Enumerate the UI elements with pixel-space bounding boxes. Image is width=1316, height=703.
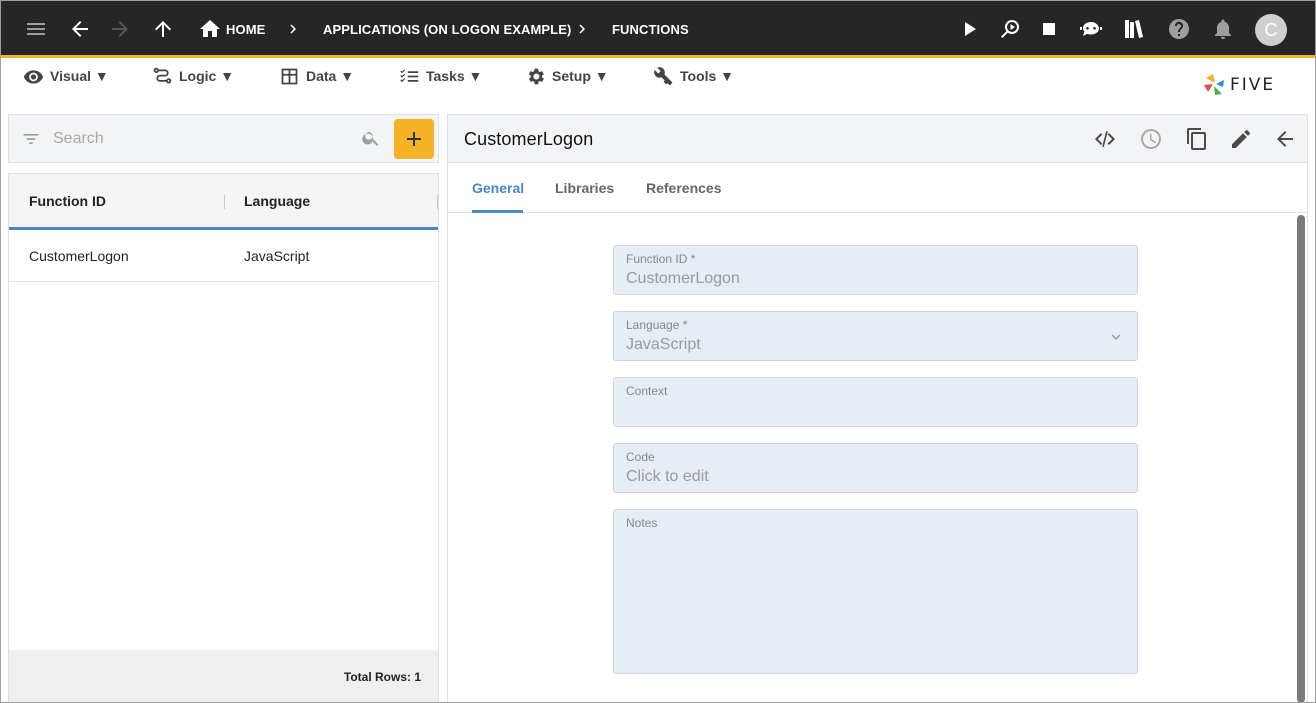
breadcrumb-applications[interactable]: APPLICATIONS (ON LOGON EXAMPLE) [323, 22, 571, 37]
back-arrow-icon[interactable] [68, 17, 92, 41]
context-label: Context [626, 384, 668, 398]
page-title: CustomerLogon [464, 129, 594, 149]
cell-language: JavaScript [244, 248, 310, 264]
library-books-icon[interactable] [1122, 17, 1146, 41]
tab-references[interactable]: References [646, 180, 722, 196]
stop-icon[interactable] [1037, 17, 1061, 41]
checklist-icon [400, 68, 419, 82]
tab-libraries[interactable]: Libraries [555, 180, 614, 196]
column-header-language[interactable]: Language [244, 193, 310, 209]
table-header: Function ID Language [9, 174, 438, 230]
history-icon[interactable] [1139, 127, 1163, 151]
add-button[interactable] [394, 119, 434, 159]
plus-icon [407, 132, 421, 146]
column-header-function-id[interactable]: Function ID [29, 193, 106, 209]
language-label: Language * [626, 318, 688, 332]
play-icon[interactable] [958, 17, 982, 41]
detail-panel: CustomerLogon General Libraries Referenc… [447, 114, 1308, 702]
scrollbar[interactable] [1297, 215, 1305, 702]
edit-icon[interactable] [1229, 127, 1253, 151]
search-input[interactable] [53, 127, 353, 151]
five-logo-icon [1204, 74, 1224, 95]
top-bar: HOME APPLICATIONS (ON LOGON EXAMPLE) FUN… [1, 1, 1315, 58]
column-divider[interactable] [224, 195, 225, 209]
breadcrumb-functions: FUNCTIONS [612, 22, 689, 37]
help-icon[interactable] [1167, 17, 1191, 41]
five-logo: FIVE [1202, 72, 1275, 98]
function-list: Function ID Language CustomerLogon JavaS… [8, 173, 439, 702]
flow-icon [153, 67, 172, 83]
gear-icon [528, 68, 544, 84]
function-id-label: Function ID * [626, 252, 696, 266]
chat-bot-icon[interactable] [1079, 17, 1103, 41]
total-rows: Total Rows: 1 [343, 670, 421, 684]
logo-text: FIVE [1230, 75, 1276, 95]
menu-data[interactable]: Data ▼ [279, 65, 354, 87]
table-icon [281, 68, 298, 84]
table-row[interactable]: CustomerLogon JavaScript [9, 230, 438, 282]
code-value: Click to edit [626, 468, 709, 485]
function-id-value: CustomerLogon [626, 270, 740, 287]
menu-icon[interactable] [24, 17, 48, 41]
language-select[interactable]: Language * JavaScript [613, 311, 1138, 361]
menu-setup[interactable]: Setup ▼ [525, 65, 609, 87]
debug-run-icon[interactable] [998, 17, 1022, 41]
menu-tasks-label: Tasks ▼ [426, 68, 483, 84]
menu-visual[interactable]: Visual ▼ [23, 65, 109, 87]
code-icon[interactable] [1093, 127, 1117, 151]
avatar[interactable]: C [1255, 14, 1287, 46]
menu-tasks[interactable]: Tasks ▼ [399, 65, 482, 87]
up-arrow-icon[interactable] [151, 17, 175, 41]
menu-visual-label: Visual ▼ [50, 68, 109, 84]
language-value: JavaScript [626, 336, 701, 353]
notes-label: Notes [626, 516, 658, 530]
menu-logic-label: Logic ▼ [179, 68, 235, 84]
menu-setup-label: Setup ▼ [552, 68, 609, 84]
menu-data-label: Data ▼ [306, 68, 355, 84]
tools-icon [654, 66, 673, 85]
cell-function-id: CustomerLogon [29, 248, 129, 264]
back-arrow-icon[interactable] [1273, 127, 1297, 151]
menu-tools-label: Tools ▼ [680, 68, 735, 84]
context-field[interactable]: Context [613, 377, 1138, 427]
copy-icon[interactable] [1185, 127, 1209, 151]
forward-arrow-icon[interactable] [108, 17, 132, 41]
table-footer: Total Rows: 1 [9, 650, 438, 702]
tab-bar: General Libraries References [448, 164, 1307, 213]
eye-icon [23, 69, 44, 83]
chevron-right-icon [573, 20, 591, 38]
chevron-down-icon[interactable] [1107, 328, 1125, 346]
code-field[interactable]: Code Click to edit [613, 443, 1138, 493]
chevron-right-icon [284, 20, 302, 38]
notes-field[interactable]: Notes [613, 509, 1138, 674]
active-tab-indicator [472, 210, 523, 213]
function-id-field[interactable]: Function ID * CustomerLogon [613, 245, 1138, 295]
app-window: HOME APPLICATIONS (ON LOGON EXAMPLE) FUN… [0, 0, 1316, 703]
menu-bar: Visual ▼ Logic ▼ Data ▼ Tasks ▼ Setup ▼ … [1, 58, 1315, 110]
home-icon[interactable] [198, 17, 222, 41]
breadcrumb-home[interactable]: HOME [226, 22, 265, 37]
tab-general[interactable]: General [472, 180, 524, 196]
menu-logic[interactable]: Logic ▼ [152, 65, 234, 87]
menu-tools[interactable]: Tools ▼ [653, 65, 734, 87]
search-bar [8, 114, 439, 163]
bell-icon[interactable] [1211, 17, 1235, 41]
code-label: Code [626, 450, 655, 464]
filter-icon[interactable] [21, 129, 41, 149]
search-icon[interactable] [361, 128, 383, 150]
detail-header: CustomerLogon [448, 115, 1307, 163]
column-divider[interactable] [437, 195, 438, 209]
